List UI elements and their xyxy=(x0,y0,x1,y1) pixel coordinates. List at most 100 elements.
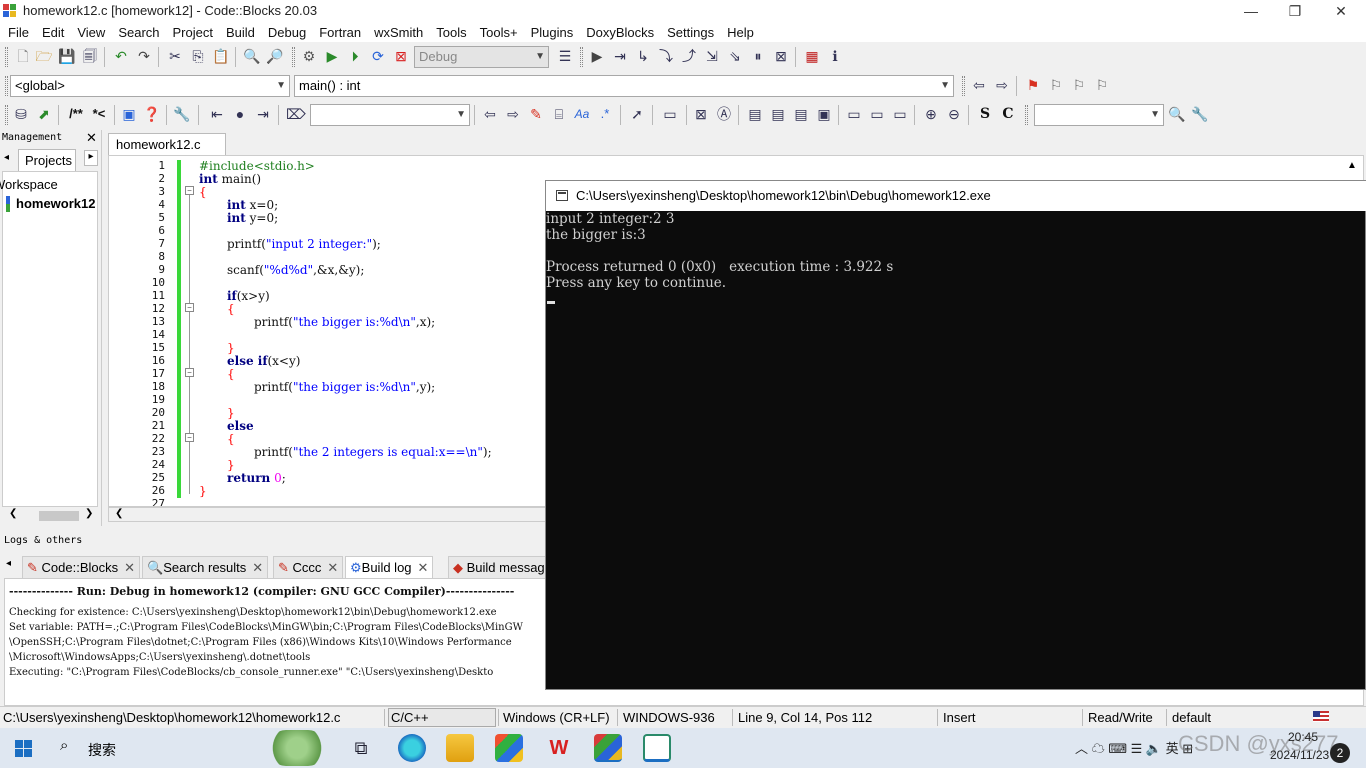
toolbar-grip[interactable] xyxy=(5,76,8,96)
undo-icon[interactable]: ↶ xyxy=(112,47,130,65)
menu-help[interactable]: Help xyxy=(727,25,754,40)
open-folder-icon[interactable]: 🗁 xyxy=(35,47,53,65)
fold-toggle-icon[interactable]: − xyxy=(185,368,194,377)
clock-time[interactable]: 20:45 xyxy=(1288,730,1318,744)
menu-wxsmith[interactable]: wxSmith xyxy=(374,25,423,40)
save-icon[interactable]: 💾 xyxy=(58,47,76,65)
console-taskbar-icon[interactable] xyxy=(643,734,671,762)
rectangle-icon[interactable]: ▭ xyxy=(661,105,679,123)
tab-build-log[interactable]: ⚙Build log ✕ xyxy=(345,556,434,578)
replace-icon[interactable]: 🔎 xyxy=(266,47,284,65)
box1-icon[interactable]: ▭ xyxy=(845,105,863,123)
align-bottom-icon[interactable]: ▤ xyxy=(792,105,810,123)
store-icon[interactable] xyxy=(495,734,523,762)
selected-text-icon[interactable]: ⌸ xyxy=(550,105,568,123)
match-case-icon[interactable]: Aa xyxy=(573,105,591,123)
tab-cccc[interactable]: ✎ Cccc ✕ xyxy=(273,556,344,578)
build-target-select[interactable]: Debug ▼ xyxy=(414,46,549,68)
debug-continue-icon[interactable]: ▶ xyxy=(588,47,606,65)
run-chm-icon[interactable]: ❓ xyxy=(143,105,161,123)
tab-projects[interactable]: Projects xyxy=(18,149,76,171)
editor-scroll-up-icon[interactable]: ▲ xyxy=(1345,160,1359,174)
toolbar-grip[interactable] xyxy=(962,76,965,96)
windows-start-icon[interactable] xyxy=(15,740,33,758)
notification-badge[interactable]: 2 xyxy=(1330,743,1350,763)
symbol-find-icon[interactable]: 🔍 xyxy=(1168,105,1186,123)
menu-view[interactable]: View xyxy=(77,25,105,40)
toolbar-grip[interactable] xyxy=(5,47,8,67)
build-and-run-icon[interactable]: ⏵ xyxy=(346,47,364,65)
abort-icon[interactable]: ⊠ xyxy=(392,47,410,65)
doxy-config-icon[interactable]: 🔧 xyxy=(173,105,191,123)
align-top-icon[interactable]: ▤ xyxy=(746,105,764,123)
info-icon[interactable]: ℹ xyxy=(826,47,844,65)
box3-icon[interactable]: ▭ xyxy=(891,105,909,123)
close-icon[interactable]: ✕ xyxy=(86,130,97,146)
prev-bookmark-icon[interactable]: ⚐ xyxy=(1047,76,1065,94)
find-icon[interactable]: 🔍 xyxy=(243,47,261,65)
tab-scroll-right-icon[interactable]: ▸ xyxy=(84,150,98,166)
search-icon[interactable]: ⌕ xyxy=(60,737,76,754)
next-bookmark-icon[interactable]: ⚐ xyxy=(1070,76,1088,94)
close-button[interactable]: ✕ xyxy=(1318,0,1364,22)
line-comment-button[interactable]: *< xyxy=(88,105,110,123)
extract-docs-icon[interactable]: ⬈ xyxy=(35,105,53,123)
cut-icon[interactable]: ✂ xyxy=(166,47,184,65)
toggle-bookmark-icon[interactable]: ⚑ xyxy=(1024,76,1042,94)
fold-toggle-icon[interactable]: − xyxy=(185,303,194,312)
console-output[interactable]: input 2 integer:2 3 the bigger is:3 Proc… xyxy=(546,211,1365,689)
codeblocks-taskbar-icon[interactable] xyxy=(594,734,622,762)
prev-arrow-icon[interactable]: ⇤ xyxy=(208,105,226,123)
incremental-search-input[interactable]: ▼ xyxy=(310,104,470,126)
tab-scroll-left-icon[interactable]: ◂ xyxy=(6,558,11,569)
block-comment-button[interactable]: /** xyxy=(64,105,88,123)
search-tag-icon[interactable]: ⌦ xyxy=(286,105,306,123)
title-bar[interactable]: homework12.c [homework12] - Code::Blocks… xyxy=(0,0,1366,22)
s-button[interactable]: S xyxy=(976,105,994,123)
jump-forward-icon[interactable]: ⇨ xyxy=(993,76,1011,94)
symbol-settings-icon[interactable]: 🔧 xyxy=(1191,105,1209,123)
doxywizard-icon[interactable]: ⛁ xyxy=(12,105,30,123)
tab-codeblocks-log[interactable]: ✎ Code::Blocks ✕ xyxy=(22,556,141,578)
highlight-icon[interactable]: ✎ xyxy=(527,105,545,123)
regex-toggle[interactable]: .* xyxy=(596,105,614,123)
menu-doxyblocks[interactable]: DoxyBlocks xyxy=(586,25,654,40)
tab-build-messages[interactable]: ◆ Build messag xyxy=(448,556,548,578)
build-gear-icon[interactable]: ⚙ xyxy=(300,47,318,65)
toolbar-grip[interactable] xyxy=(580,47,583,67)
menu-tools-plus[interactable]: Tools+ xyxy=(480,25,518,40)
project-tree-scrollbar[interactable]: ❮ ❯ xyxy=(3,508,98,523)
minimize-button[interactable]: — xyxy=(1228,0,1274,22)
restore-button[interactable]: ❐ xyxy=(1272,0,1318,22)
run-icon[interactable]: ▶ xyxy=(323,47,341,65)
wps-office-icon[interactable]: W xyxy=(545,734,573,762)
jump-back-icon[interactable]: ⇦ xyxy=(970,76,988,94)
scope-select[interactable]: <global> ▼ xyxy=(10,75,290,97)
status-language[interactable]: C/C++ xyxy=(391,710,429,725)
save-all-icon[interactable]: 🗐 xyxy=(81,47,99,65)
fold-toggle-icon[interactable]: − xyxy=(185,433,194,442)
task-view-icon[interactable]: ⧉ xyxy=(347,734,375,762)
pause-icon[interactable]: ⏸ xyxy=(749,47,767,65)
rebuild-icon[interactable]: ⟳ xyxy=(369,47,387,65)
menu-debug[interactable]: Debug xyxy=(268,25,306,40)
zoom-in-icon[interactable]: ⊕ xyxy=(922,105,940,123)
dot-icon[interactable]: ● xyxy=(231,105,249,123)
edge-browser-icon[interactable] xyxy=(398,734,426,762)
step-into-icon[interactable]: ⤵ xyxy=(657,47,675,65)
stop-debug-icon[interactable]: ⊠ xyxy=(772,47,790,65)
system-tray[interactable]: ︿ ☁ ⌨ ☰ 🔈 英 ⊞ xyxy=(1075,738,1193,757)
menu-file[interactable]: File xyxy=(8,25,29,40)
menu-edit[interactable]: Edit xyxy=(42,25,64,40)
debug-windows-icon[interactable]: ▦ xyxy=(803,47,821,65)
text-shape-icon[interactable]: Ⓐ xyxy=(715,105,733,123)
toolbar-grip[interactable] xyxy=(292,47,295,67)
console-title-bar[interactable]: C:\Users\yexinsheng\Desktop\homework12\b… xyxy=(546,181,1366,211)
next-arrow-icon[interactable]: ⇥ xyxy=(254,105,272,123)
c-button[interactable]: C xyxy=(999,105,1017,123)
taskbar-search[interactable]: 搜索 xyxy=(88,740,116,760)
copy-icon[interactable]: ⎘ xyxy=(189,47,207,65)
clock-date[interactable]: 2024/11/23 xyxy=(1270,748,1329,762)
paste-icon[interactable]: 📋 xyxy=(212,47,230,65)
console-window[interactable]: C:\Users\yexinsheng\Desktop\homework12\b… xyxy=(545,180,1366,690)
